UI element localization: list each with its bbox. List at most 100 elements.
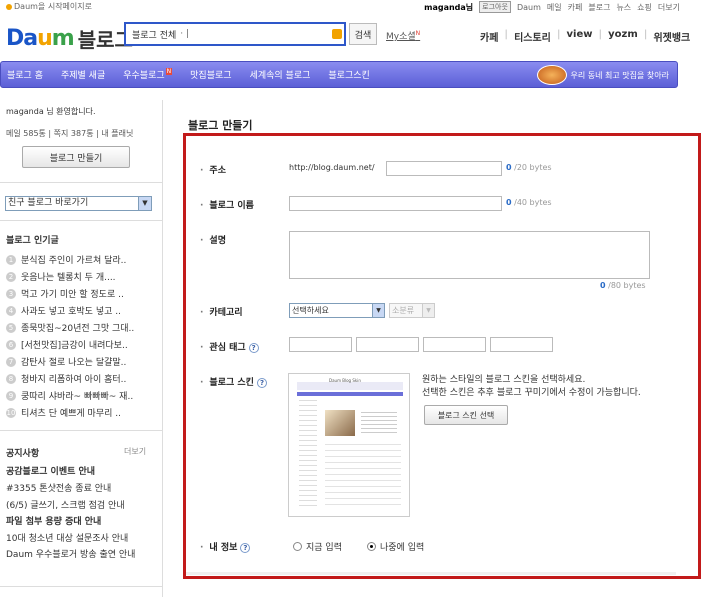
popular-post[interactable]: 2 웃음나는 텔롱치 두 개.... [6, 270, 116, 283]
form-bottom-divider [186, 572, 676, 575]
info-now-radio[interactable]: 지금 입력 [293, 540, 342, 553]
bullet: · [200, 343, 204, 353]
preview-nav [297, 392, 403, 396]
search-dropdown-icon[interactable] [332, 29, 342, 39]
daum-mini-icon [6, 3, 12, 10]
blog-name-input[interactable] [289, 196, 502, 211]
notice-item[interactable]: 공감블로그 이벤트 안내 [6, 464, 95, 477]
popular-post[interactable]: 8 청바지 리폼하여 아이 홈터.. [6, 372, 126, 385]
promo-banner[interactable]: 우리 동네 최고 맛집을 찾아라 [536, 65, 669, 85]
popular-post-title: 먹고 가기 미안 할 정도로 .. [21, 290, 124, 300]
logo-letters: Da [6, 26, 38, 51]
popular-post[interactable]: 6 [서천맛집]금강이 내려다보.. [6, 338, 128, 351]
preview-sidebar [299, 400, 317, 510]
notice-item[interactable]: 파일 첨부 용량 증대 안내 [6, 514, 101, 527]
popular-post[interactable]: 5 종묵맛집~20년전 그맛 그대.. [6, 321, 134, 334]
set-homepage-link[interactable]: Daum을 시작페이지로 [6, 1, 92, 12]
service-widgetbank[interactable]: 위젯뱅크 [653, 29, 690, 44]
tag-input-1[interactable] [289, 337, 352, 352]
divider: | [556, 29, 561, 40]
popular-post-title: 쿵따리 샤바라~ 빠빠빠~ 재.. [21, 392, 134, 402]
info-later-radio[interactable]: 나중에 입력 [367, 540, 424, 553]
popular-post[interactable]: 1 분식집 주인이 가르쳐 달라.. [6, 253, 126, 266]
help-icon[interactable]: ? [256, 378, 267, 388]
service-yozm[interactable]: yozm [608, 29, 638, 44]
desc-max: /80 bytes [608, 281, 646, 290]
subcategory-select[interactable]: 소분류 ▼ [389, 303, 435, 318]
description-byte-count: 0 /80 bytes [600, 281, 646, 290]
select-skin-button[interactable]: 블로그 스킨 선택 [424, 405, 508, 425]
rank-badge: 1 [6, 254, 16, 265]
main-nav: 블로그 홈 주제별 새글 우수블로그 N 맛집블로그 세계속의 블로그 블로그스킨… [0, 61, 678, 88]
name-max: /40 bytes [514, 198, 552, 207]
divider: | [598, 29, 603, 40]
nav-top-blogs[interactable]: 우수블로그 N [123, 68, 173, 81]
radio-button[interactable] [293, 542, 302, 551]
rank-badge: 7 [6, 356, 16, 367]
tag-input-2[interactable] [356, 337, 419, 352]
rank-badge: 9 [6, 390, 16, 401]
top-link-blog[interactable]: 블로그 [588, 2, 610, 13]
rank-badge: 6 [6, 339, 16, 350]
friend-blog-select[interactable]: 친구 블로그 바로가기 ▼ [5, 196, 152, 211]
top-link-daum[interactable]: Daum [517, 3, 541, 12]
notice-item[interactable]: (6/5) 글쓰기, 스크랩 점검 안내 [6, 498, 125, 511]
notice-item[interactable]: Daum 우수블로거 방송 출연 안내 [6, 547, 135, 560]
category-label: · 카테고리 [200, 305, 243, 318]
popular-post[interactable]: 4 사과도 넣고 호박도 넣고 .. [6, 304, 121, 317]
top-link-mail[interactable]: 메일 [547, 2, 562, 13]
top-link-news[interactable]: 뉴스 [616, 2, 631, 13]
subcategory-select-value: 소분류 [392, 306, 415, 315]
popular-post[interactable]: 7 감탄사 절로 나오는 달걀말.. [6, 355, 126, 368]
service-view[interactable]: view [567, 29, 593, 44]
nav-blog-skins[interactable]: 블로그스킨 [328, 68, 369, 81]
popular-post[interactable]: 9 쿵따리 샤바라~ 빠빠빠~ 재.. [6, 389, 133, 402]
bullet: · [200, 166, 204, 176]
daum-blog-logo[interactable]: Da u m 블로그 [6, 24, 133, 53]
message-counts[interactable]: 메일 585통 | 쪽지 387통 | 내 플래닛 [6, 128, 169, 139]
top-link-more[interactable]: 더보기 [658, 2, 680, 13]
logo-letter-u: u [37, 26, 53, 51]
new-badge: N [165, 68, 173, 75]
tag-input-3[interactable] [423, 337, 486, 352]
logout-button[interactable]: 로그아웃 [479, 1, 511, 13]
search-input[interactable]: 블로그 전체 · | [124, 22, 346, 46]
description-textarea[interactable] [289, 231, 650, 279]
address-label-text: 주소 [209, 166, 226, 176]
top-link-cafe[interactable]: 카페 [568, 2, 583, 13]
popular-post-title: [서천맛집]금강이 내려다보.. [21, 341, 128, 351]
logo-letter-m: m [51, 26, 75, 51]
help-icon[interactable]: ? [248, 343, 259, 353]
chevron-down-icon: ▼ [138, 197, 151, 210]
notice-item[interactable]: 10대 청소년 대상 설문조사 안내 [6, 531, 128, 544]
nav-food-blogs[interactable]: 맛집블로그 [190, 68, 231, 81]
search-button[interactable]: 검색 [349, 23, 377, 45]
nav-blog-home[interactable]: 블로그 홈 [7, 68, 43, 81]
welcome-message: 님 환영합니다. [43, 107, 96, 116]
notice-more-link[interactable]: 더보기 [124, 446, 146, 457]
make-blog-button[interactable]: 블로그 만들기 [22, 146, 130, 168]
radio-button-selected[interactable] [367, 542, 376, 551]
help-icon[interactable]: ? [240, 543, 251, 553]
popular-post[interactable]: 10 티셔츠 단 예쁘게 마무리 .. [6, 406, 121, 419]
category-select[interactable]: 선택하세요 ▼ [289, 303, 385, 318]
nav-world-blogs[interactable]: 세계속의 블로그 [250, 68, 311, 81]
service-tistory[interactable]: 티스토리 [514, 29, 551, 44]
nav-topic-new[interactable]: 주제별 새글 [61, 68, 105, 81]
notice-item[interactable]: #3355 톤샷전송 종료 안내 [6, 481, 111, 494]
divider [0, 220, 163, 221]
popular-post[interactable]: 3 먹고 가기 미안 할 정도로 .. [6, 287, 124, 300]
tag-input-4[interactable] [490, 337, 553, 352]
preview-photo [325, 410, 355, 436]
service-cafe[interactable]: 카페 [480, 29, 498, 44]
welcome-text: maganda 님 환영합니다. [6, 106, 169, 117]
top-link-shopping[interactable]: 쇼핑 [637, 2, 652, 13]
popular-posts-title: 블로그 인기글 [6, 236, 59, 246]
bullet: · [200, 236, 204, 246]
search-scope[interactable]: 블로그 전체 [132, 28, 176, 41]
address-prefix: http://blog.daum.net/ [289, 163, 375, 172]
tags-label: · 관심 태그? [200, 340, 259, 353]
sidebar: maganda 님 환영합니다. 메일 585통 | 쪽지 387통 | 내 플… [0, 100, 163, 597]
address-input[interactable] [386, 161, 502, 176]
my-social-link[interactable]: My소셜N [386, 29, 420, 42]
